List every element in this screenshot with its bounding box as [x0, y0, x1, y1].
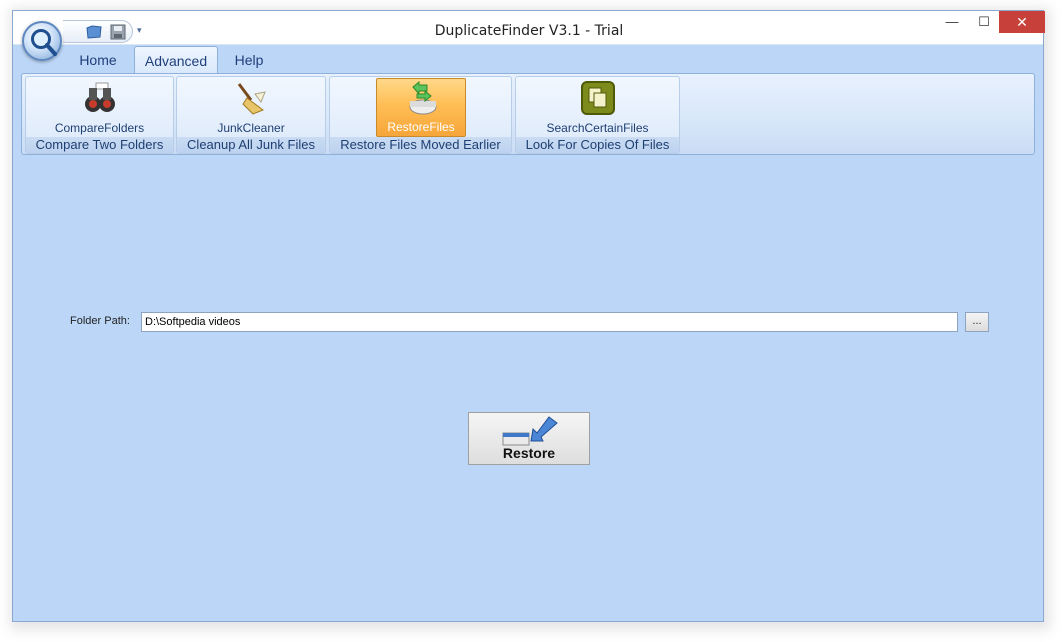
folder-path-input[interactable] — [141, 312, 958, 332]
maximize-button[interactable]: ☐ — [971, 11, 997, 35]
title-bar: ▾ DuplicateFinder V3.1 - Trial — ☐ ✕ — [13, 11, 1045, 45]
search-certain-files-label: SearchCertainFiles — [546, 121, 649, 135]
ribbon-tabs: Home Advanced Help — [13, 46, 1043, 74]
magnifier-icon — [31, 29, 57, 56]
compare-folders-label: CompareFolders — [54, 121, 145, 135]
ribbon-panel: CompareFolders Compare Two Folders JunkC… — [21, 73, 1035, 155]
tab-home[interactable]: Home — [73, 46, 123, 74]
restore-files-button[interactable]: RestoreFiles — [376, 78, 466, 137]
compare-folders-button[interactable]: CompareFolders — [30, 78, 169, 137]
restore-button-label: Restore — [502, 445, 556, 461]
ribbon-group-junk: JunkCleaner Cleanup All Junk Files — [176, 76, 326, 154]
folder-path-label: Folder Path: — [70, 315, 130, 327]
group-label-compare: Compare Two Folders — [26, 137, 173, 153]
copies-icon — [580, 81, 615, 115]
restore-button[interactable]: Restore — [468, 412, 590, 465]
junk-cleaner-button[interactable]: JunkCleaner — [181, 78, 321, 137]
restore-icon — [409, 81, 437, 115]
browse-button[interactable]: ... — [965, 312, 989, 332]
ribbon-group-restore: RestoreFiles Restore Files Moved Earlier — [329, 76, 512, 154]
minimize-button[interactable]: — — [939, 11, 965, 35]
close-button[interactable]: ✕ — [999, 11, 1045, 33]
binoculars-icon — [84, 82, 115, 112]
group-label-restore: Restore Files Moved Earlier — [330, 137, 511, 153]
search-certain-files-button[interactable]: SearchCertainFiles — [520, 78, 675, 137]
app-menu-button[interactable] — [22, 21, 62, 61]
broom-icon — [237, 83, 266, 115]
ribbon-group-search: SearchCertainFiles Look For Copies Of Fi… — [515, 76, 680, 154]
restore-files-label: RestoreFiles — [387, 120, 455, 134]
junk-cleaner-label: JunkCleaner — [217, 121, 285, 135]
tab-advanced[interactable]: Advanced — [134, 46, 218, 74]
tab-help[interactable]: Help — [225, 46, 273, 74]
group-label-search: Look For Copies Of Files — [516, 137, 679, 153]
restore-arrow-icon — [502, 416, 558, 446]
window-title: DuplicateFinder V3.1 - Trial — [434, 23, 624, 39]
ribbon-group-compare: CompareFolders Compare Two Folders — [25, 76, 174, 154]
app-window: ▾ DuplicateFinder V3.1 - Trial — ☐ ✕ Hom… — [12, 10, 1045, 622]
group-label-junk: Cleanup All Junk Files — [177, 137, 325, 153]
